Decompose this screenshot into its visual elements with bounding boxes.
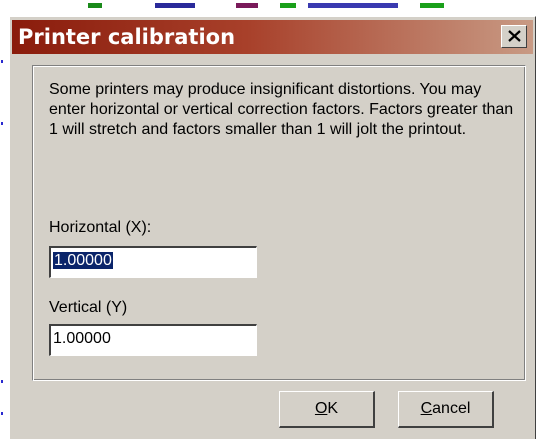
ok-mnemonic: O: [314, 400, 328, 417]
background-mark: [1, 380, 3, 383]
title-bar[interactable]: Printer calibration: [12, 20, 533, 54]
window-title: Printer calibration: [18, 25, 236, 49]
background-mark: [236, 3, 258, 8]
horizontal-input[interactable]: 1.00000: [49, 246, 257, 278]
background-mark: [1, 122, 3, 125]
background-mark: [1, 60, 3, 63]
cancel-label-rest: ancel: [432, 400, 471, 417]
background-mark: [308, 3, 398, 8]
close-icon: [508, 30, 521, 42]
background-mark: [420, 3, 444, 8]
vertical-input[interactable]: 1.00000: [49, 324, 257, 356]
description-text: Some printers may produce insignificant …: [49, 81, 514, 138]
background-mark: [280, 3, 296, 8]
calibration-group: Some printers may produce insignificant …: [32, 65, 526, 381]
vertical-label: Vertical (Y): [49, 299, 128, 316]
horizontal-label: Horizontal (X):: [49, 219, 152, 236]
horizontal-value: 1.00000: [53, 252, 113, 269]
ok-button[interactable]: OK: [279, 391, 375, 428]
background-mark: [1, 412, 3, 415]
printer-calibration-dialog: Printer calibration Some printers may pr…: [9, 16, 536, 439]
ok-label-rest: K: [327, 400, 339, 417]
cancel-mnemonic: C: [420, 400, 433, 417]
close-button[interactable]: [501, 25, 527, 48]
cancel-button[interactable]: Cancel: [398, 391, 494, 428]
vertical-value: 1.00000: [53, 330, 111, 347]
background-mark: [155, 3, 195, 8]
background-mark: [88, 3, 102, 8]
